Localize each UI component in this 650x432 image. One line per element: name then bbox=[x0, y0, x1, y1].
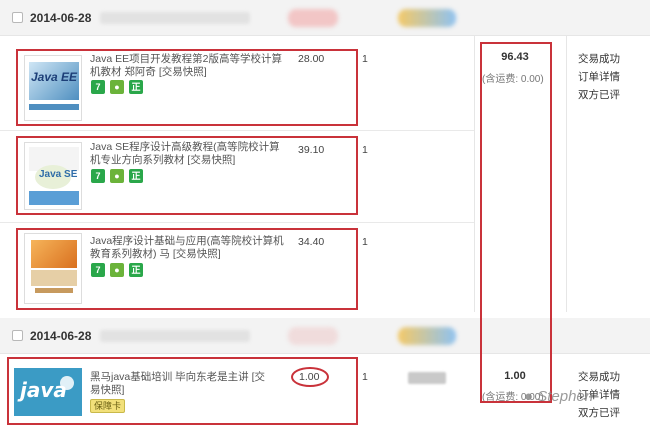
unit-price: 28.00 bbox=[298, 53, 325, 65]
product-thumbnail[interactable]: java bbox=[14, 368, 82, 416]
unit-price: 34.40 bbox=[298, 236, 325, 248]
order-group-header: 2014-06-28 bbox=[0, 0, 650, 36]
product-title-link[interactable]: 黑马java基础培训 毕向东老是主讲 [交易快照] bbox=[90, 371, 275, 397]
seven-day-return-icon: 7 bbox=[91, 80, 105, 94]
seven-day-return-icon: 7 bbox=[91, 169, 105, 183]
review-status: 双方已评 bbox=[578, 89, 620, 101]
product-title-link[interactable]: Java程序设计基础与应用(高等院校计算机教育系列教材) 马 [交易快照] bbox=[90, 235, 285, 261]
quantity: 1 bbox=[362, 371, 368, 383]
watermark-icon: ● bbox=[524, 388, 534, 405]
cover-title: Java EE bbox=[31, 70, 78, 84]
column-divider bbox=[474, 36, 475, 312]
guarantee-card-icon: 保障卡 bbox=[90, 399, 126, 413]
shop-tag-redacted bbox=[288, 327, 338, 345]
product-thumbnail[interactable]: Java EE bbox=[24, 55, 82, 121]
product-thumbnail[interactable]: Java SE bbox=[24, 142, 82, 210]
watermark-text: Stephen bbox=[537, 388, 594, 405]
authentic-icon: 正 bbox=[129, 263, 143, 277]
row-divider bbox=[0, 222, 474, 223]
shield-icon: ● bbox=[110, 263, 124, 277]
watermark: ● Stephen bbox=[524, 388, 593, 405]
seller-name-redacted bbox=[100, 12, 250, 24]
contact-icon-redacted bbox=[398, 9, 456, 27]
authentic-icon: 正 bbox=[129, 169, 143, 183]
product-thumbnail[interactable] bbox=[24, 233, 82, 304]
cover-title: Java SE bbox=[39, 169, 78, 180]
quantity: 1 bbox=[362, 236, 368, 248]
total-highlight-box bbox=[480, 42, 552, 403]
order-detail-link[interactable]: 订单详情 bbox=[578, 68, 638, 86]
shield-icon: ● bbox=[110, 169, 124, 183]
shop-tag-redacted bbox=[288, 9, 338, 27]
authentic-icon: 正 bbox=[129, 80, 143, 94]
quantity: 1 bbox=[362, 53, 368, 65]
quantity: 1 bbox=[362, 144, 368, 156]
review-status: 双方已评 bbox=[578, 407, 620, 419]
trade-status: 交易成功 bbox=[578, 53, 620, 65]
order-group-header: 2014-06-28 bbox=[0, 318, 650, 354]
seven-day-return-icon: 7 bbox=[91, 263, 105, 277]
select-order-checkbox[interactable] bbox=[12, 330, 23, 341]
contact-icon-redacted bbox=[398, 327, 456, 345]
product-title-link[interactable]: Java EE项目开发教程第2版高等学校计算机教材 郑阿奇 [交易快照] bbox=[90, 53, 285, 79]
order-date: 2014-06-28 bbox=[30, 11, 92, 25]
order-date: 2014-06-28 bbox=[30, 329, 92, 343]
redacted-info bbox=[408, 372, 446, 384]
select-order-checkbox[interactable] bbox=[12, 12, 23, 23]
order-status: 交易成功 订单详情 双方已评 bbox=[578, 50, 638, 104]
unit-price: 1.00 bbox=[299, 371, 320, 383]
unit-price: 39.10 bbox=[298, 144, 325, 156]
trade-status: 交易成功 bbox=[578, 371, 620, 383]
shield-icon: ● bbox=[110, 80, 124, 94]
product-title-link[interactable]: Java SE程序设计高级教程(高等院校计算机专业方向系列教材 [交易快照] bbox=[90, 141, 285, 167]
seller-name-redacted bbox=[100, 330, 250, 342]
row-divider bbox=[0, 130, 474, 131]
